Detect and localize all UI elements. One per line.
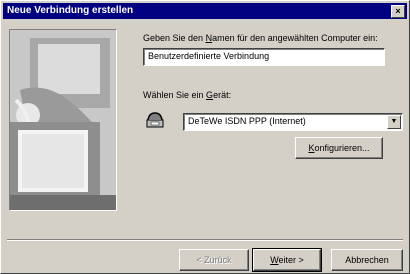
connection-name-input[interactable]: Benutzerdefinierte Verbindung: [143, 48, 385, 66]
back-label: < Zurück: [196, 255, 232, 265]
device-label-pre: Wählen Sie ein: [143, 90, 207, 100]
device-label: Wählen Sie ein Gerät:: [143, 90, 231, 100]
configure-button[interactable]: Konfigurieren...: [295, 137, 383, 159]
configure-rest: onfigurieren...: [314, 143, 370, 153]
name-label-pre: Geben Sie den: [143, 33, 206, 43]
device-label-post: erät:: [213, 90, 232, 100]
name-label-post: amen für den angewählten Computer ein:: [212, 33, 378, 43]
device-select-value: DeTeWe ISDN PPP (Internet): [188, 116, 306, 126]
cancel-button[interactable]: Abbrechen: [331, 249, 403, 271]
next-rest: eiter >: [278, 255, 304, 265]
computer-illustration-image: [10, 30, 116, 210]
dialog-window: Neue Verbindung erstellen × Geben Sie de…: [0, 0, 410, 274]
dropdown-arrow-icon[interactable]: ▼: [387, 115, 401, 129]
close-button[interactable]: ×: [391, 5, 405, 18]
device-label-accel: G: [206, 90, 214, 100]
cancel-label: Abbrechen: [345, 255, 389, 265]
footer-separator: [7, 239, 403, 241]
back-button[interactable]: < Zurück: [179, 249, 249, 271]
device-select[interactable]: DeTeWe ISDN PPP (Internet) ▼: [183, 113, 403, 131]
name-label: Geben Sie den Namen für den angewählten …: [143, 33, 378, 43]
title-bar[interactable]: Neue Verbindung erstellen ×: [3, 3, 407, 19]
next-accel: W: [270, 255, 279, 265]
next-button[interactable]: Weiter >: [252, 248, 322, 272]
computer-illustration: [9, 29, 117, 211]
window-title: Neue Verbindung erstellen: [7, 5, 134, 16]
phone-modem-icon: [146, 112, 164, 128]
connection-name-value: Benutzerdefinierte Verbindung: [148, 51, 270, 61]
